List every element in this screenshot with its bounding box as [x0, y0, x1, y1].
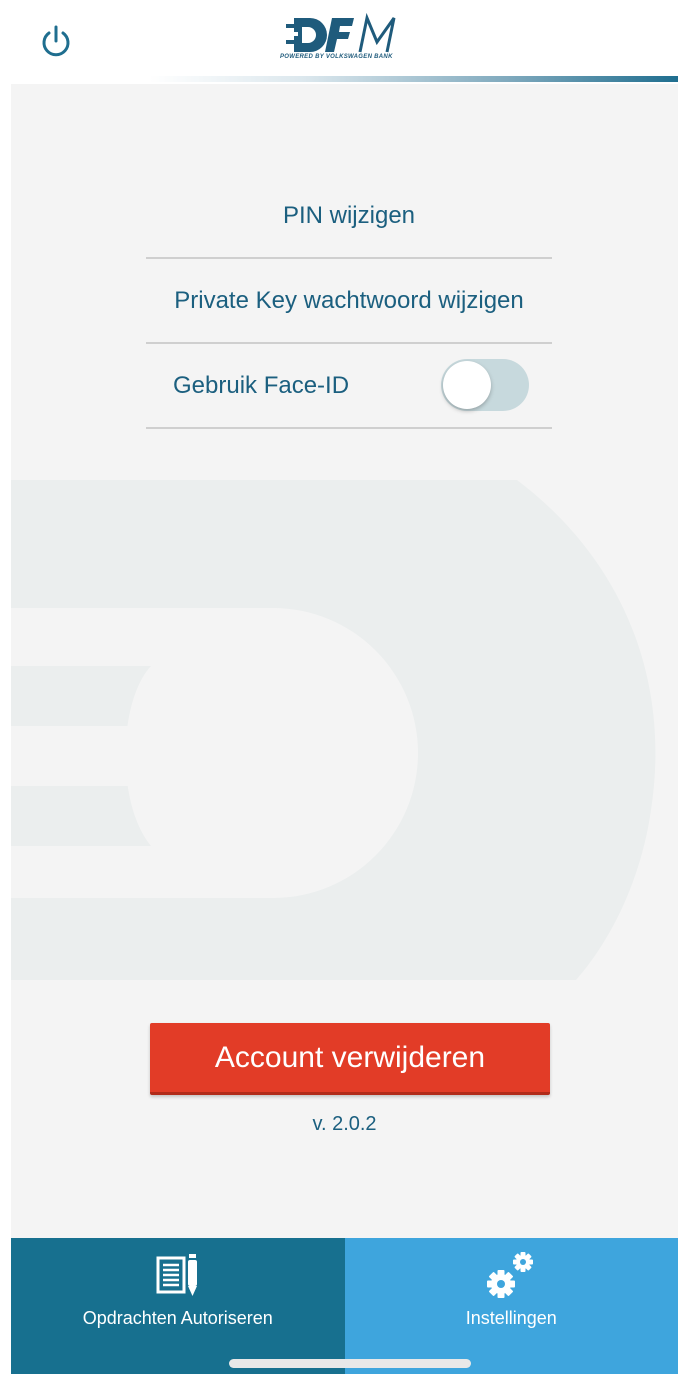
- dfm-watermark: [11, 480, 656, 980]
- document-pen-icon: [156, 1254, 197, 1296]
- app-header: POWERED BY VOLKSWAGEN BANK: [0, 0, 678, 84]
- version-label: v. 2.0.2: [312, 1113, 377, 1135]
- tab-opdrachten-autoriseren[interactable]: Opdrachten Autoriseren: [11, 1238, 345, 1374]
- logo-tagline: POWERED BY VOLKSWAGEN BANK: [280, 54, 393, 60]
- logout-button[interactable]: [36, 22, 76, 62]
- change-private-key-password-item[interactable]: Private Key wachtwoord wijzigen: [146, 259, 552, 344]
- change-pin-label: PIN wijzigen: [282, 201, 416, 229]
- face-id-toggle[interactable]: [441, 359, 529, 411]
- face-id-item: Gebruik Face-ID: [146, 344, 552, 429]
- settings-content: PIN wijzigen Private Key wachtwoord wijz…: [11, 84, 678, 1238]
- tab-instellingen[interactable]: Instellingen: [344, 1238, 678, 1374]
- tab-bar: Opdrachten Autoriseren Instellingen: [11, 1238, 678, 1374]
- face-id-label: Gebruik Face-ID: [173, 371, 350, 399]
- dfm-logo: POWERED BY VOLKSWAGEN BANK: [280, 10, 430, 64]
- toggle-knob: [443, 361, 491, 409]
- settings-list: PIN wijzigen Private Key wachtwoord wijz…: [146, 174, 552, 429]
- change-pin-item[interactable]: PIN wijzigen: [146, 174, 552, 259]
- home-indicator[interactable]: [229, 1359, 471, 1368]
- header-divider: [0, 76, 678, 82]
- tab-opdrachten-autoriseren-label: Opdrachten Autoriseren: [82, 1308, 273, 1328]
- delete-account-button[interactable]: Account verwijderen: [150, 1023, 550, 1095]
- change-private-key-password-label: Private Key wachtwoord wijzigen: [174, 286, 524, 314]
- power-icon: [42, 25, 70, 57]
- gears-icon: [487, 1252, 534, 1298]
- tab-instellingen-label: Instellingen: [465, 1308, 557, 1328]
